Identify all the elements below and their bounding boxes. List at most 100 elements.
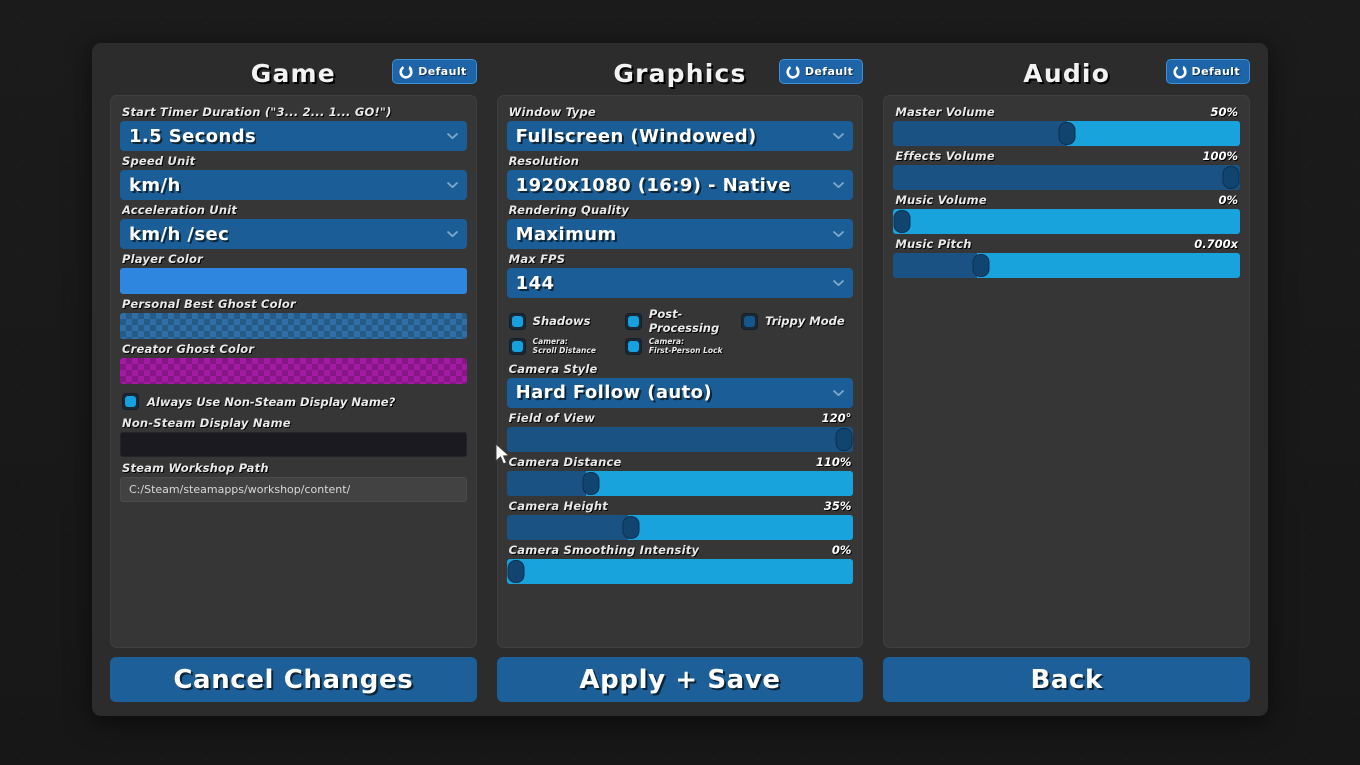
- chevron-down-icon: [833, 231, 844, 237]
- mouse-cursor: [495, 443, 513, 469]
- checkbox-mark: [628, 316, 639, 327]
- default-button-label: Default: [418, 65, 466, 78]
- settings-column-game: GameDefaultStart Timer Duration ("3... 2…: [110, 51, 477, 702]
- chevron-down-icon: [833, 280, 844, 286]
- checkbox-label-camera-first-person-lock: Camera:First-Person Lock: [649, 338, 723, 356]
- slider-header-effects-volume: Effects Volume100%: [895, 149, 1238, 163]
- slider-track-remaining: [977, 253, 1240, 278]
- slider-effects-volume[interactable]: [893, 165, 1240, 190]
- checkbox-camera-first-person-lock[interactable]: [625, 338, 642, 355]
- dropdown-resolution[interactable]: 1920x1080 (16:9) - Native: [507, 170, 854, 200]
- default-button-audio[interactable]: Default: [1166, 59, 1250, 84]
- checkbox-camera-scroll-distance[interactable]: [509, 338, 526, 355]
- dropdown-value-speed-unit: km/h: [129, 175, 181, 196]
- column-header-graphics: Graphics Default: [497, 51, 864, 95]
- slider-field-of-view[interactable]: [507, 427, 854, 452]
- checkbox-label-camera-scroll-distance: Camera:Scroll Distance: [533, 338, 596, 356]
- dropdown-value-window-type: Fullscreen (Windowed): [516, 126, 757, 147]
- default-button-game[interactable]: Default: [392, 59, 476, 84]
- slider-track-remaining: [507, 559, 854, 584]
- color-swatch-personal-best-ghost-color[interactable]: [120, 313, 467, 339]
- label-camera-distance: Camera Distance: [509, 455, 622, 469]
- label-camera-smoothing-intensity: Camera Smoothing Intensity: [509, 543, 699, 557]
- slider-music-pitch[interactable]: [893, 253, 1240, 278]
- slider-handle-music-volume[interactable]: [894, 210, 911, 233]
- slider-handle-camera-height[interactable]: [622, 516, 639, 539]
- dropdown-acceleration-unit[interactable]: km/h /sec: [120, 219, 467, 249]
- dropdown-max-fps[interactable]: 144: [507, 268, 854, 298]
- label-max-fps: Max FPS: [509, 252, 854, 266]
- checkbox-post-processing[interactable]: [625, 313, 642, 330]
- slider-handle-master-volume[interactable]: [1058, 122, 1075, 145]
- settings-column-audio: AudioDefaultMaster Volume50%Effects Volu…: [883, 51, 1250, 702]
- slider-music-volume[interactable]: [893, 209, 1240, 234]
- chevron-down-icon: [833, 133, 844, 139]
- color-swatch-player-color[interactable]: [120, 268, 467, 294]
- settings-column-graphics: Graphics Default Window TypeFullscreen (Wi…: [497, 51, 864, 702]
- slider-header-camera-smoothing-intensity: Camera Smoothing Intensity0%: [509, 543, 852, 557]
- slider-handle-camera-smoothing-intensity[interactable]: [507, 560, 524, 583]
- dropdown-window-type[interactable]: Fullscreen (Windowed): [507, 121, 854, 151]
- slider-handle-music-pitch[interactable]: [973, 254, 990, 277]
- checkbox-trippy-mode[interactable]: [741, 313, 758, 330]
- label-player-color: Player Color: [122, 252, 467, 266]
- slider-camera-height[interactable]: [507, 515, 854, 540]
- dropdown-camera-style[interactable]: Hard Follow (auto): [507, 378, 854, 408]
- color-swatch-creator-ghost-color[interactable]: [120, 358, 467, 384]
- slider-handle-camera-distance[interactable]: [583, 472, 600, 495]
- checkbox-mark: [512, 316, 523, 327]
- chevron-down-icon: [447, 231, 458, 237]
- settings-panel-game[interactable]: Start Timer Duration ("3... 2... 1... GO…: [110, 95, 477, 648]
- slider-camera-distance[interactable]: [507, 471, 854, 496]
- checkbox-row-camera-scroll-distance[interactable]: Camera:Scroll Distance: [509, 338, 621, 356]
- settings-panel-graphics[interactable]: Window TypeFullscreen (Windowed)Resoluti…: [497, 95, 864, 648]
- slider-handle-field-of-view[interactable]: [836, 428, 853, 451]
- slider-handle-effects-volume[interactable]: [1223, 166, 1240, 189]
- dropdown-rendering-quality[interactable]: Maximum: [507, 219, 854, 249]
- column-title-graphics: Graphics: [613, 59, 746, 88]
- label-non-steam-display-name: Non-Steam Display Name: [122, 416, 467, 430]
- label-field-of-view: Field of View: [509, 411, 595, 425]
- slider-header-camera-distance: Camera Distance110%: [509, 455, 852, 469]
- footer-button-graphics[interactable]: Apply + Save: [497, 657, 864, 702]
- footer-button-game[interactable]: Cancel Changes: [110, 657, 477, 702]
- label-music-pitch: Music Pitch: [895, 237, 971, 251]
- settings-panel-audio[interactable]: Master Volume50%Effects Volume100%Music …: [883, 95, 1250, 648]
- settings-columns: GameDefaultStart Timer Duration ("3... 2…: [92, 43, 1268, 716]
- column-title-audio: Audio: [1023, 59, 1110, 88]
- checkbox-row-trippy-mode[interactable]: Trippy Mode: [741, 307, 853, 335]
- chevron-down-icon: [447, 182, 458, 188]
- chevron-down-icon: [447, 133, 458, 139]
- chevron-down-icon: [833, 390, 844, 396]
- column-header-audio: Audio Default: [883, 51, 1250, 95]
- checkbox-label-post-processing: Post-Processing: [649, 307, 737, 335]
- slider-camera-smoothing-intensity[interactable]: [507, 559, 854, 584]
- checkbox-shadows[interactable]: [509, 313, 526, 330]
- default-button-label: Default: [805, 65, 853, 78]
- checkbox-row-camera-first-person-lock[interactable]: Camera:First-Person Lock: [625, 338, 737, 356]
- checkbox-always-use-non-steam-display-name[interactable]: [122, 393, 139, 410]
- reset-circle-icon: [1173, 65, 1187, 79]
- dropdown-value-rendering-quality: Maximum: [516, 224, 617, 245]
- default-button-label: Default: [1192, 65, 1240, 78]
- dropdown-speed-unit[interactable]: km/h: [120, 170, 467, 200]
- footer-button-audio[interactable]: Back: [883, 657, 1250, 702]
- checkbox-row-post-processing[interactable]: Post-Processing: [625, 307, 737, 335]
- input-non-steam-display-name[interactable]: [120, 432, 467, 457]
- slider-track-remaining: [628, 515, 853, 540]
- slider-header-music-volume: Music Volume0%: [895, 193, 1238, 207]
- default-button-graphics[interactable]: Default: [779, 59, 863, 84]
- checkbox-row-shadows[interactable]: Shadows: [509, 307, 621, 335]
- dropdown-start-timer-duration[interactable]: 1.5 Seconds: [120, 121, 467, 151]
- slider-master-volume[interactable]: [893, 121, 1240, 146]
- dropdown-value-max-fps: 144: [516, 273, 555, 294]
- slider-header-music-pitch: Music Pitch0.700x: [895, 237, 1238, 251]
- label-steam-workshop-path: Steam Workshop Path: [122, 461, 467, 475]
- checkbox-row-always-use-non-steam-display-name[interactable]: Always Use Non-Steam Display Name?: [122, 393, 467, 410]
- slider-value-music-volume: 0%: [1218, 193, 1238, 207]
- input-steam-workshop-path[interactable]: C:/Steam/steamapps/workshop/content/: [120, 477, 467, 502]
- slider-value-master-volume: 50%: [1210, 105, 1238, 119]
- slider-value-effects-volume: 100%: [1202, 149, 1238, 163]
- slider-header-field-of-view: Field of View120°: [509, 411, 852, 425]
- label-personal-best-ghost-color: Personal Best Ghost Color: [122, 297, 467, 311]
